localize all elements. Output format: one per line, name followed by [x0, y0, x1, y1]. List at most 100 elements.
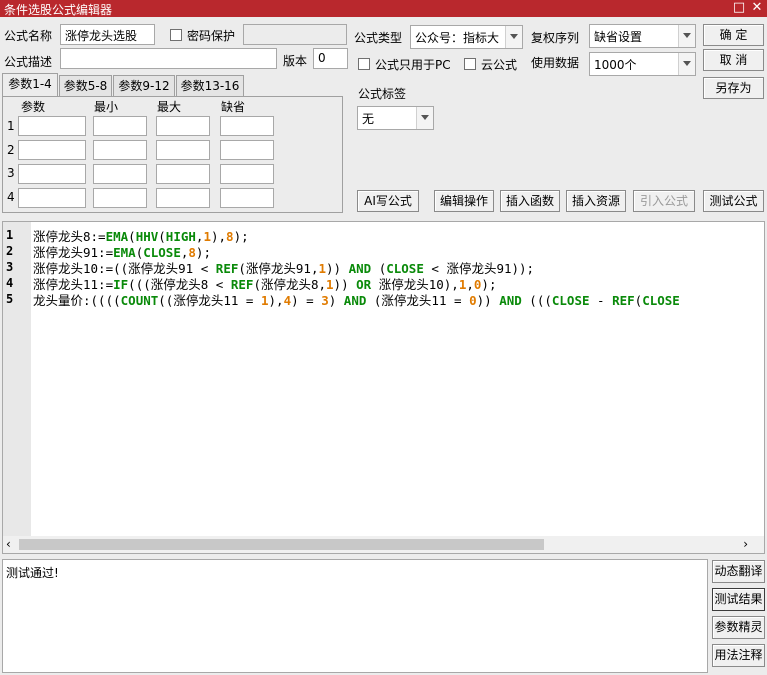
tag-value: 无	[362, 112, 375, 126]
insert-resource-button[interactable]: 插入资源	[566, 190, 626, 212]
code-text: (((	[521, 293, 552, 308]
ok-button[interactable]: 确 定	[703, 24, 764, 46]
formula-name-label: 公式名称	[4, 29, 53, 43]
line-number: 5	[6, 292, 14, 306]
param-name-input[interactable]	[18, 116, 86, 136]
param-header-min: 最小	[94, 100, 119, 114]
line-number-gutter: 1 2 3 4 5	[3, 222, 31, 536]
chevron-down-icon	[678, 25, 695, 47]
pc-only-checkbox[interactable]	[358, 58, 370, 70]
tab-params-9-12[interactable]: 参数9-12	[113, 75, 175, 97]
code-text: )	[328, 293, 344, 308]
data-count-label: 使用数据	[531, 56, 580, 70]
param-row-number: 1	[7, 119, 15, 133]
code-line: 龙头量价:((((COUNT((涨停龙头11 = 1),4) = 3) AND …	[33, 290, 761, 309]
code-keyword: AND	[499, 293, 522, 308]
horizontal-scrollbar[interactable]: ‹ ›	[3, 536, 764, 553]
param-min-input[interactable]	[93, 140, 147, 160]
code-keyword: CLOSE	[642, 293, 680, 308]
chevron-down-icon	[678, 53, 695, 75]
data-count-select[interactable]: 1000个	[589, 52, 696, 76]
password-input[interactable]	[243, 24, 347, 45]
param-max-input[interactable]	[156, 116, 210, 136]
param-row-number: 2	[7, 143, 15, 157]
line-number: 3	[6, 260, 14, 274]
save-as-button[interactable]: 另存为	[703, 77, 764, 99]
line-number: 1	[6, 228, 14, 242]
output-text: 测试通过!	[6, 566, 59, 580]
scroll-right-icon[interactable]: ›	[743, 537, 748, 551]
param-default-input[interactable]	[220, 140, 274, 160]
chevron-down-icon	[505, 26, 522, 48]
rights-select[interactable]: 缺省设置	[589, 24, 696, 48]
chevron-down-icon	[416, 107, 433, 129]
cloud-label: 云公式	[481, 58, 518, 72]
param-max-input[interactable]	[156, 164, 210, 184]
test-result-button[interactable]: 测试结果	[712, 588, 765, 611]
code-number: 1	[260, 293, 269, 308]
code-text: -	[589, 293, 613, 308]
tab-params-1-4[interactable]: 参数1-4	[2, 73, 58, 97]
code-keyword: AND	[343, 293, 367, 308]
code-number: 8	[226, 229, 234, 244]
dynamic-translate-button[interactable]: 动态翻译	[712, 560, 765, 583]
formula-name-input[interactable]: 涨停龙头选股	[60, 24, 155, 45]
formula-type-value: 公众号：指标大	[415, 31, 500, 45]
param-header-max: 最大	[157, 100, 182, 114]
password-checkbox[interactable]	[170, 29, 182, 41]
param-name-input[interactable]	[18, 188, 86, 208]
scroll-left-icon[interactable]: ‹	[6, 537, 11, 551]
code-text: ),	[210, 229, 227, 244]
cancel-button[interactable]: 取 消	[703, 49, 764, 71]
password-label: 密码保护	[187, 29, 236, 43]
code-text: ),	[268, 293, 284, 308]
code-text: ))	[476, 293, 492, 308]
import-formula-button[interactable]: 引入公式	[633, 190, 695, 212]
code-keyword: REF	[612, 293, 635, 308]
param-row-number: 3	[7, 166, 15, 180]
param-name-input[interactable]	[18, 164, 86, 184]
param-min-input[interactable]	[93, 164, 147, 184]
cloud-checkbox[interactable]	[464, 58, 476, 70]
code-text: (涨停龙头11 =	[366, 293, 470, 308]
code-keyword: COUNT	[120, 293, 159, 308]
tab-params-5-8[interactable]: 参数5-8	[59, 75, 112, 97]
param-max-input[interactable]	[156, 140, 210, 160]
version-label: 版本	[283, 54, 308, 68]
tab-params-13-16[interactable]: 参数13-16	[176, 75, 244, 97]
formula-type-select[interactable]: 公众号：指标大	[410, 25, 523, 49]
line-number: 4	[6, 276, 14, 290]
close-icon[interactable]: ✕	[749, 0, 765, 17]
param-wizard-button[interactable]: 参数精灵	[712, 616, 765, 639]
version-input[interactable]: 0	[313, 48, 348, 69]
window-title: 条件选股公式编辑器	[4, 3, 113, 17]
rights-value: 缺省设置	[594, 30, 643, 44]
param-min-input[interactable]	[93, 188, 147, 208]
param-default-input[interactable]	[220, 188, 274, 208]
code-editor[interactable]: 1 2 3 4 5 涨停龙头8:=EMA(HHV(HIGH,1),8); 涨停龙…	[2, 221, 765, 554]
param-header-name: 参数	[21, 100, 46, 114]
tag-select[interactable]: 无	[357, 106, 434, 130]
code-text: ) =	[291, 293, 322, 308]
tag-label: 公式标签	[358, 87, 407, 101]
param-default-input[interactable]	[220, 116, 274, 136]
edit-ops-button[interactable]: 编辑操作	[434, 190, 494, 212]
formula-desc-input[interactable]	[60, 48, 277, 69]
param-name-input[interactable]	[18, 140, 86, 160]
param-max-input[interactable]	[156, 188, 210, 208]
formula-desc-label: 公式描述	[4, 55, 53, 69]
maximize-icon[interactable]: □	[731, 0, 747, 17]
test-formula-button[interactable]: 测试公式	[703, 190, 764, 212]
rights-label: 复权序列	[531, 31, 580, 45]
code-number: 4	[283, 293, 292, 308]
data-count-value: 1000个	[594, 58, 637, 72]
ai-write-button[interactable]: AI写公式	[357, 190, 419, 212]
scrollbar-thumb[interactable]	[19, 539, 544, 550]
code-number: 3	[321, 293, 329, 308]
param-header-default: 缺省	[221, 100, 246, 114]
title-bar: 条件选股公式编辑器 □ ✕	[0, 0, 767, 17]
param-default-input[interactable]	[220, 164, 274, 184]
param-min-input[interactable]	[93, 116, 147, 136]
usage-notes-button[interactable]: 用法注释	[712, 644, 765, 667]
insert-function-button[interactable]: 插入函数	[500, 190, 560, 212]
